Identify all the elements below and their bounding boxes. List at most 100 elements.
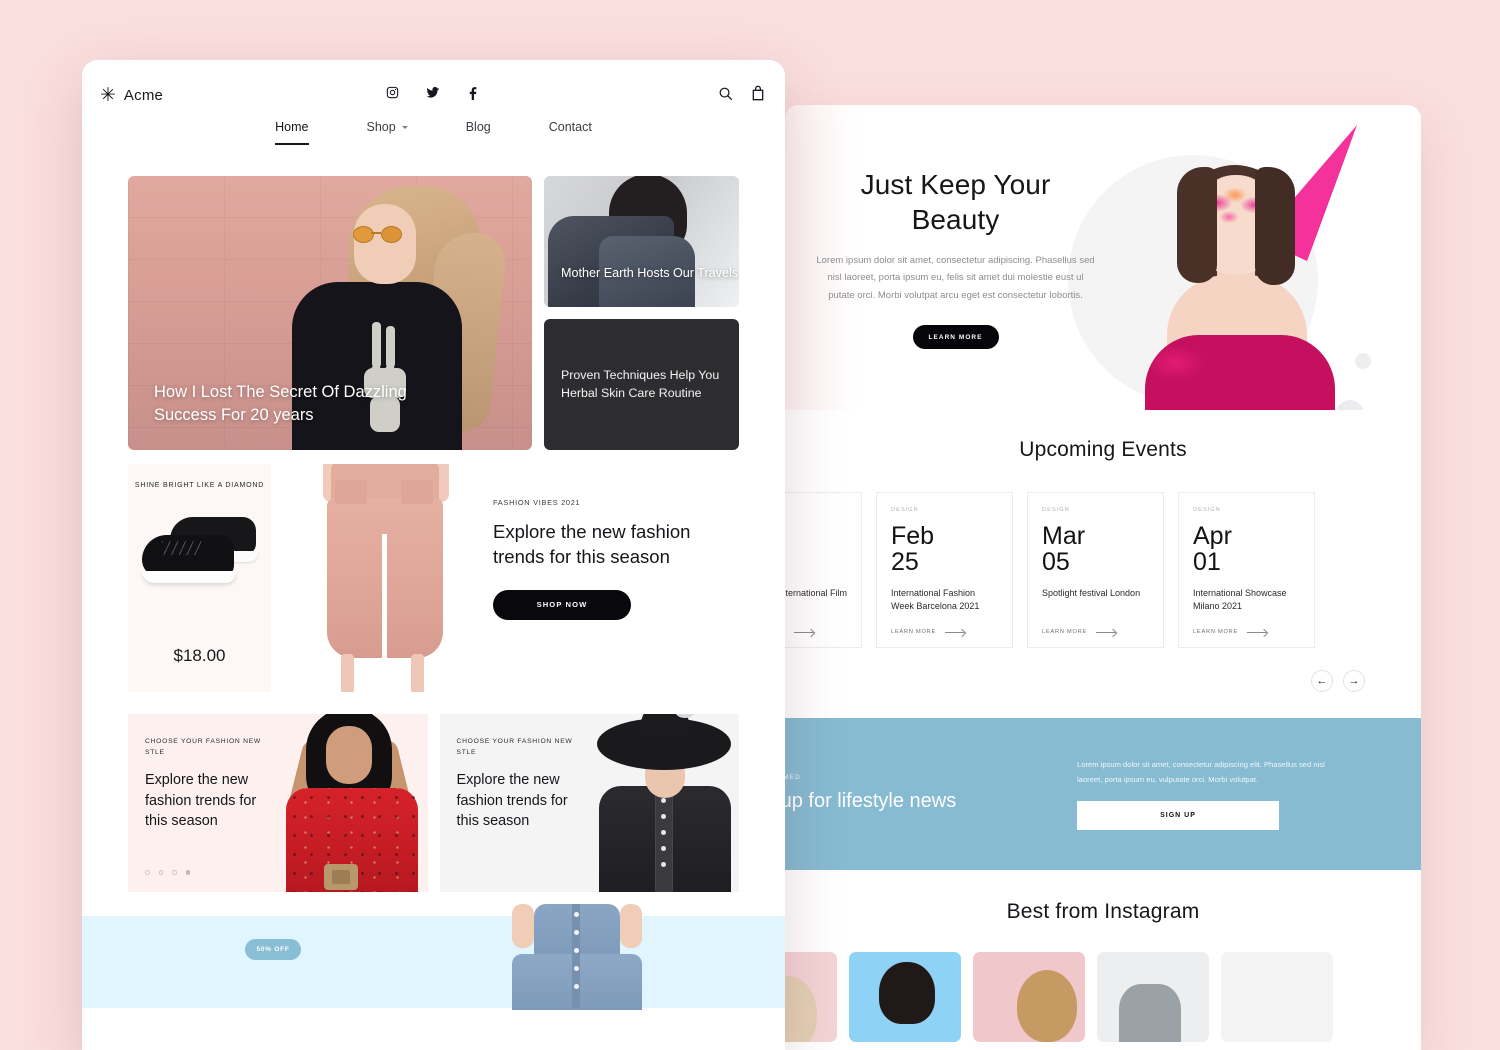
beauty-hero-title: Just Keep Your Beauty xyxy=(860,169,1051,236)
event-day: 01 xyxy=(1193,548,1221,576)
event-learn-more[interactable]: LEARN MORE xyxy=(891,629,965,635)
brand-logo[interactable]: ✳ Acme xyxy=(100,86,163,105)
event-card[interactable]: DESIGN Mar 05 Spotlight festival London LEAR… xyxy=(1027,492,1164,648)
event-learn-more[interactable]: LEARN MORE xyxy=(785,629,814,635)
instagram-thumbnail[interactable] xyxy=(973,952,1085,1042)
featured-article-title: How I Lost The Secret Of Dazzling Succes… xyxy=(154,382,407,425)
primary-page-panel: ✳ Acme Home Shop Blog Contact How I Lost… xyxy=(82,60,785,1050)
nav-item-label: Blog xyxy=(465,120,491,134)
nav-item-label: Home xyxy=(275,120,309,134)
learn-more-button[interactable]: LEARN MORE xyxy=(912,325,999,350)
discount-badge: 50% OFF xyxy=(245,939,301,960)
article-card-title: Proven Techniques Help You Herbal Skin C… xyxy=(561,368,720,401)
red-dress-model-image xyxy=(278,714,428,892)
event-learn-more-label: LEARN MORE xyxy=(891,629,936,635)
promo-eyebrow: FASHION VIBES 2021 xyxy=(493,498,581,507)
event-tag: DESIGN xyxy=(785,507,849,513)
cart-icon[interactable] xyxy=(751,85,765,101)
style-card-heading: Explore the new fashion trends for this … xyxy=(456,771,568,830)
instagram-section: Best from Instagram xyxy=(785,870,1421,1042)
arrow-right-icon xyxy=(1247,631,1267,633)
instagram-thumbnail-row xyxy=(785,924,1421,1042)
event-day: 08 xyxy=(785,549,849,575)
event-name: Spotlight festival London xyxy=(1042,588,1141,598)
instagram-thumbnail[interactable] xyxy=(785,952,837,1042)
article-card-skincare[interactable]: Proven Techniques Help You Herbal Skin C… xyxy=(544,319,739,450)
arrow-right-icon xyxy=(794,631,814,633)
hero-grid: How I Lost The Secret Of Dazzling Succes… xyxy=(128,166,739,450)
main-navigation: Home Shop Blog Contact xyxy=(82,120,785,145)
product-eyebrow: SHINE BRIGHT LIKE A DIAMOND xyxy=(134,481,265,489)
style-card-red-dress[interactable]: CHOOSE YOUR FASHION NEW STLE Explore the… xyxy=(128,714,428,892)
newsletter-headline-group: STAY INFORMED Sign up for lifestyle news xyxy=(785,774,1035,813)
nav-item-blog[interactable]: Blog xyxy=(437,120,520,145)
event-card[interactable]: DESIGN Feb 25 International Fashion Week Ba… xyxy=(876,492,1013,648)
newsletter-section: STAY INFORMED Sign up for lifestyle news… xyxy=(785,718,1421,870)
page-content: How I Lost The Secret Of Dazzling Succes… xyxy=(82,166,785,916)
featured-article-card[interactable]: How I Lost The Secret Of Dazzling Succes… xyxy=(128,176,532,450)
instagram-thumbnail[interactable] xyxy=(849,952,961,1042)
event-month: Apr xyxy=(1193,522,1232,550)
facebook-icon[interactable] xyxy=(465,85,480,100)
nav-item-home[interactable]: Home xyxy=(246,120,337,145)
sale-strip: 50% OFF xyxy=(82,904,785,1010)
product-price: $18.00 xyxy=(173,646,226,665)
event-learn-more-label: LEARN MORE xyxy=(1042,629,1087,635)
event-tag: DESIGN xyxy=(891,507,919,513)
instagram-icon[interactable] xyxy=(385,85,400,100)
event-name: International Showcase Milano 2021 xyxy=(1193,588,1287,612)
instagram-title: Best from Instagram xyxy=(1006,900,1200,923)
events-next-button[interactable]: → xyxy=(1343,670,1365,692)
event-card[interactable]: DESIGN Feb08 68 Berlin International Film … xyxy=(785,492,862,648)
beauty-hero-section: Just Keep Your Beauty Lorem ipsum dolor … xyxy=(785,105,1421,410)
beauty-hero-copy: Just Keep Your Beauty Lorem ipsum dolor … xyxy=(813,167,1098,350)
search-icon[interactable] xyxy=(718,86,733,101)
instagram-thumbnail[interactable] xyxy=(1097,952,1209,1042)
shop-now-button[interactable]: SHOP NOW xyxy=(493,589,631,620)
chevron-down-icon xyxy=(401,125,408,129)
event-tag: DESIGN xyxy=(1042,507,1070,513)
beauty-model-image xyxy=(1115,125,1385,410)
event-learn-more[interactable]: LEARN MORE xyxy=(1042,629,1116,635)
event-name: 68 Berlin International Film Festival xyxy=(785,588,848,598)
newsletter-eyebrow: STAY INFORMED xyxy=(785,774,801,782)
style-card-black-hat[interactable]: CHOOSE YOUR FASHION NEW STLE Explore the… xyxy=(439,714,739,892)
event-month: Feb xyxy=(891,522,935,550)
nav-item-label: Contact xyxy=(548,120,592,134)
event-learn-more[interactable]: LEARN MORE xyxy=(1193,629,1267,635)
style-card-eyebrow: CHOOSE YOUR FASHION NEW STLE xyxy=(145,738,261,757)
brand-name: Acme xyxy=(123,87,164,104)
article-card-mother-earth[interactable]: Mother Earth Hosts Our Travels xyxy=(544,176,739,307)
newsletter-heading: Sign up for lifestyle news xyxy=(785,790,957,813)
sign-up-button[interactable]: SIGN UP xyxy=(1077,800,1279,830)
event-name: International Fashion Week Barcelona 202… xyxy=(891,588,980,612)
events-carousel-nav: ← → xyxy=(785,648,1421,692)
event-day: 05 xyxy=(1042,548,1070,576)
nav-item-contact[interactable]: Contact xyxy=(520,120,621,145)
site-header: ✳ Acme Home Shop Blog Contact xyxy=(82,60,785,166)
events-prev-button[interactable]: ← xyxy=(1311,670,1333,692)
product-card-sneakers[interactable]: SHINE BRIGHT LIKE A DIAMOND $18.00 xyxy=(128,464,271,692)
twitter-icon[interactable] xyxy=(425,85,440,100)
arrow-right-icon xyxy=(1096,631,1116,633)
page-root: Just Keep Your Beauty Lorem ipsum dolor … xyxy=(0,0,1500,1050)
style-cards-row: CHOOSE YOUR FASHION NEW STLE Explore the… xyxy=(128,692,739,916)
asterisk-icon: ✳ xyxy=(100,85,116,106)
beauty-hero-body: Lorem ipsum dolor sit amet, consectetur … xyxy=(816,254,1095,301)
promo-heading: Explore the new fashion trends for this … xyxy=(493,521,691,568)
hero-side-column: Mother Earth Hosts Our Travels Proven Te… xyxy=(544,176,739,450)
events-list: DESIGN Feb 08 68 Berlin International Film … xyxy=(785,462,1421,648)
event-day: 25 xyxy=(891,548,919,576)
event-tag: DESIGN xyxy=(1193,507,1221,513)
upcoming-events-section: Upcoming Events DESIGNFeb0868 Berlin Int… xyxy=(785,410,1421,692)
article-card-title: Mother Earth Hosts Our Travels xyxy=(561,266,739,281)
promo-banner: FASHION VIBES 2021 Explore the new fashi… xyxy=(283,464,739,692)
newsletter-form-group: Lorem ipsum dolor sit amet, consectetur … xyxy=(1077,758,1327,830)
event-month: Mar xyxy=(1042,522,1086,550)
event-card[interactable]: DESIGN Apr 01 International Showcase Milano… xyxy=(1178,492,1315,648)
black-hat-model-image xyxy=(589,714,739,892)
style-card-eyebrow: CHOOSE YOUR FASHION NEW STLE xyxy=(456,738,573,757)
instagram-thumbnail[interactable] xyxy=(1221,952,1333,1042)
social-links xyxy=(385,85,480,100)
nav-item-shop[interactable]: Shop xyxy=(338,120,437,145)
